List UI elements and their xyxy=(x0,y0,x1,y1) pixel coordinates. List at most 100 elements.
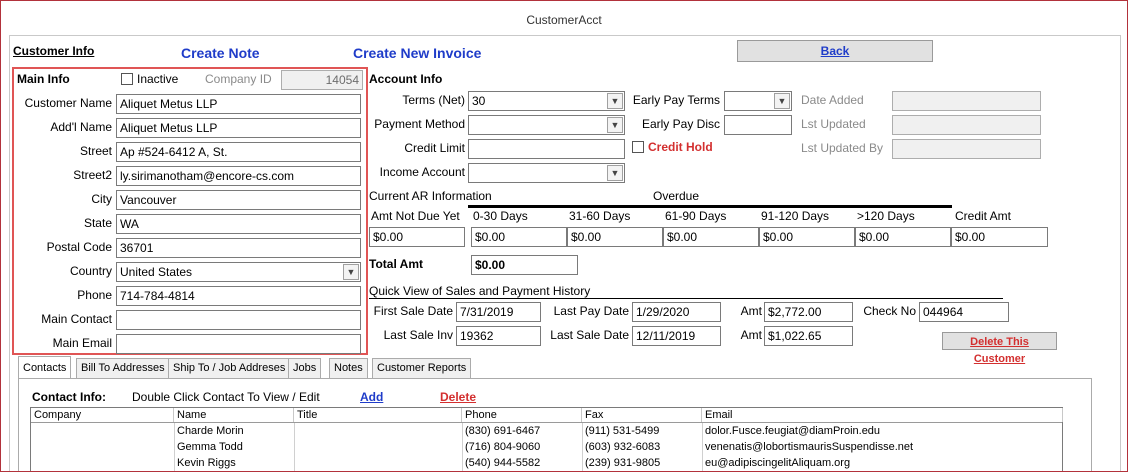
main-field-label: Customer Name xyxy=(24,96,112,110)
early-pay-terms-select[interactable]: ▼ xyxy=(724,91,792,111)
customer-account-window: CustomerAcct Customer Info Create Note C… xyxy=(0,0,1128,472)
contact-info-heading: Contact Info: xyxy=(32,390,106,404)
window-title: CustomerAcct xyxy=(526,13,602,27)
grid-cell-fax: (911) 531-5499 xyxy=(585,425,660,437)
main-field-label: State xyxy=(83,216,112,230)
delete-customer-button[interactable]: Delete This Customer xyxy=(942,332,1057,365)
payment-method-select[interactable]: ▼ xyxy=(468,115,625,135)
main-field-input[interactable] xyxy=(116,310,361,330)
history-divider xyxy=(369,298,1003,299)
last-pay-date-label: Last Pay Date xyxy=(553,304,629,318)
tab-jobs[interactable]: Jobs xyxy=(288,358,322,378)
grid-cell-email: venenatis@lobortismaurisSuspendisse.net xyxy=(705,441,914,453)
tab-notes[interactable]: Notes xyxy=(329,358,368,378)
early-pay-disc-label: Early Pay Disc xyxy=(641,117,720,131)
customer-info-tab-link[interactable]: Customer Info xyxy=(13,44,94,58)
country-select[interactable]: United States ▼ xyxy=(116,262,361,282)
history-heading: Quick View of Sales and Payment History xyxy=(369,284,591,298)
grid-column-header[interactable]: Email xyxy=(702,408,1063,422)
credit-limit-field[interactable] xyxy=(468,139,625,159)
income-account-select[interactable]: ▼ xyxy=(468,163,625,183)
company-id-field: 14054 xyxy=(281,70,363,90)
chevron-down-icon[interactable]: ▼ xyxy=(607,165,623,181)
income-account-label: Income Account xyxy=(379,165,465,179)
main-field-label: Street xyxy=(79,144,112,158)
add-contact-link[interactable]: Add xyxy=(360,390,383,404)
grid-column-header[interactable]: Company xyxy=(31,408,174,422)
ar-heading: Current AR Information xyxy=(369,189,492,203)
inactive-label: Inactive xyxy=(137,72,179,86)
grid-cell-fax: (239) 931-9805 xyxy=(585,457,661,469)
chevron-down-icon[interactable]: ▼ xyxy=(774,93,790,109)
main-field-input[interactable] xyxy=(116,334,361,354)
chevron-down-icon[interactable]: ▼ xyxy=(607,93,623,109)
check-no-field[interactable]: 044964 xyxy=(919,302,1009,322)
main-field-input[interactable]: 714-784-4814 xyxy=(116,286,361,306)
early-pay-terms-label: Early Pay Terms xyxy=(632,93,720,107)
chevron-down-icon[interactable]: ▼ xyxy=(343,264,359,280)
check-no-label: Check No xyxy=(863,304,916,318)
inactive-checkbox[interactable] xyxy=(121,73,133,85)
ar-column-label: Amt Not Due Yet xyxy=(371,209,460,223)
total-amt-label: Total Amt xyxy=(369,257,423,271)
main-field-label: Postal Code xyxy=(46,240,112,254)
lst-updated-label: Lst Updated xyxy=(801,117,866,131)
last-sale-date-field[interactable]: 12/11/2019 xyxy=(632,326,721,346)
main-field-input[interactable]: Ap #524-6412 A, St. xyxy=(116,142,361,162)
ar-column-label: 31-60 Days xyxy=(569,209,631,223)
delete-contact-link[interactable]: Delete xyxy=(440,390,476,404)
grid-cell-email: eu@adipiscingelitAliquam.org xyxy=(705,457,851,469)
main-field-input[interactable]: ly.sirimanotham@encore-cs.com xyxy=(116,166,361,186)
early-pay-disc-field[interactable] xyxy=(724,115,792,135)
grid-cell-email: dolor.Fusce.feugiat@diamProin.edu xyxy=(705,425,881,437)
amt2-field[interactable]: $1,022.65 xyxy=(764,326,853,346)
tab-customer-reports[interactable]: Customer Reports xyxy=(372,358,472,378)
back-button-label: Back xyxy=(820,44,850,58)
main-field-input[interactable]: 36701 xyxy=(116,238,361,258)
ar-column-value: $0.00 xyxy=(567,227,663,247)
first-sale-date-field[interactable]: 7/31/2019 xyxy=(456,302,541,322)
ar-column-value: $0.00 xyxy=(759,227,855,247)
main-field-label: City xyxy=(91,192,112,206)
grid-cell-name: Gemma Todd xyxy=(177,441,243,453)
customer-form: Customer Info Create Note Create New Inv… xyxy=(9,35,1121,471)
amt1-field[interactable]: $2,772.00 xyxy=(764,302,853,322)
overdue-label: Overdue xyxy=(653,189,700,203)
grid-column-header[interactable]: Name xyxy=(174,408,294,422)
grid-column-header[interactable]: Title xyxy=(294,408,462,422)
account-info-heading: Account Info xyxy=(369,72,443,86)
tab-bill-to-addresses[interactable]: Bill To Addresses xyxy=(76,358,170,378)
tab-contacts[interactable]: Contacts xyxy=(18,356,72,378)
table-row[interactable]: Kevin Riggs (540) 944-5582 (239) 931-9805 e… xyxy=(31,455,1062,471)
ar-column-label: 61-90 Days xyxy=(665,209,727,223)
main-field-input[interactable]: Aliquet Metus LLP xyxy=(116,94,361,114)
table-row[interactable]: Charde Morin (830) 691-6467 (911) 531-5499… xyxy=(31,423,1062,439)
tab-ship-to-addresses[interactable]: Ship To / Job Addreses xyxy=(168,358,291,378)
lst-updated-field xyxy=(892,115,1041,135)
last-sale-date-label: Last Sale Date xyxy=(550,328,629,342)
last-sale-inv-field[interactable]: 19362 xyxy=(456,326,541,346)
contact-hint: Double Click Contact To View / Edit xyxy=(132,390,320,404)
last-pay-date-field[interactable]: 1/29/2020 xyxy=(632,302,721,322)
terms-select[interactable]: 30 ▼ xyxy=(468,91,625,111)
main-field-input[interactable]: Vancouver xyxy=(116,190,361,210)
ar-column-label: >120 Days xyxy=(857,209,915,223)
ar-column-label: 0-30 Days xyxy=(473,209,528,223)
lst-updated-by-label: Lst Updated By xyxy=(801,141,884,155)
back-button[interactable]: Back xyxy=(737,40,933,62)
create-invoice-link[interactable]: Create New Invoice xyxy=(353,45,481,61)
grid-cell-phone: (540) 944-5582 xyxy=(465,457,541,469)
main-field-input[interactable]: WA xyxy=(116,214,361,234)
main-field-label: Main Contact xyxy=(41,312,112,326)
credit-hold-checkbox[interactable] xyxy=(632,141,644,153)
overdue-divider xyxy=(468,205,952,208)
main-info-heading: Main Info xyxy=(17,72,70,86)
chevron-down-icon[interactable]: ▼ xyxy=(607,117,623,133)
create-note-link[interactable]: Create Note xyxy=(181,45,260,61)
main-field-label: Add'l Name xyxy=(50,120,112,134)
grid-column-header[interactable]: Phone xyxy=(462,408,582,422)
table-row[interactable]: Gemma Todd (716) 804-9060 (603) 932-6083 ve… xyxy=(31,439,1062,455)
main-field-input[interactable]: Aliquet Metus LLP xyxy=(116,118,361,138)
grid-column-header[interactable]: Fax xyxy=(582,408,702,422)
date-added-label: Date Added xyxy=(801,93,864,107)
